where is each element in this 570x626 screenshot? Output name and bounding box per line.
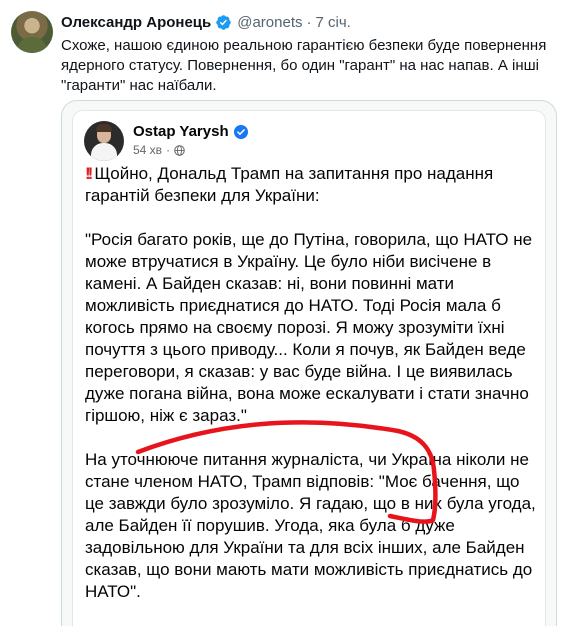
post-paragraph-quote: "Росія багато років, ще до Путіна, говор… [85, 230, 533, 425]
post-paragraph-intro-text: Щойно, Дональд Трамп на запитання про на… [85, 164, 494, 205]
post-time: 54 хв [133, 143, 163, 157]
double-exclamation-icon: !! [85, 164, 94, 183]
tweet: Олександр Аронець @aronets · 7 січ. Схож… [0, 0, 570, 626]
post-body: !! Щойно, Дональд Трамп на запитання про … [85, 163, 541, 603]
facebook-post-screenshot: Ostap Yarysh 54 хв · !! Щойно, Дональд Тр… [73, 111, 545, 626]
author-avatar[interactable] [11, 11, 53, 53]
tweet-text: Схоже, нашою єдиною реальною гарантією б… [61, 37, 547, 94]
post-author-avatar [84, 121, 124, 161]
post-meta-separator: · [166, 143, 171, 157]
author-handle[interactable]: @aronets [237, 14, 302, 31]
post-author-row: Ostap Yarysh [133, 123, 248, 140]
post-meta: 54 хв · [133, 143, 185, 157]
embedded-image[interactable]: Ostap Yarysh 54 хв · !! Щойно, Дональд Тр… [61, 100, 557, 626]
tweet-timestamp[interactable]: 7 січ. [316, 14, 351, 31]
post-author-name: Ostap Yarysh [133, 123, 229, 140]
globe-icon [174, 144, 185, 156]
verified-icon [216, 14, 231, 30]
tweet-header: Олександр Аронець @aronets · 7 січ. [61, 12, 351, 32]
author-name[interactable]: Олександр Аронець [61, 14, 211, 31]
post-paragraph-answer: На уточнюючe питання журналіста, чи Укра… [85, 450, 536, 601]
post-paragraph-intro: !! Щойно, Дональд Трамп на запитання про … [85, 163, 541, 207]
verified-icon [233, 124, 248, 139]
separator-dot: · [306, 13, 312, 31]
